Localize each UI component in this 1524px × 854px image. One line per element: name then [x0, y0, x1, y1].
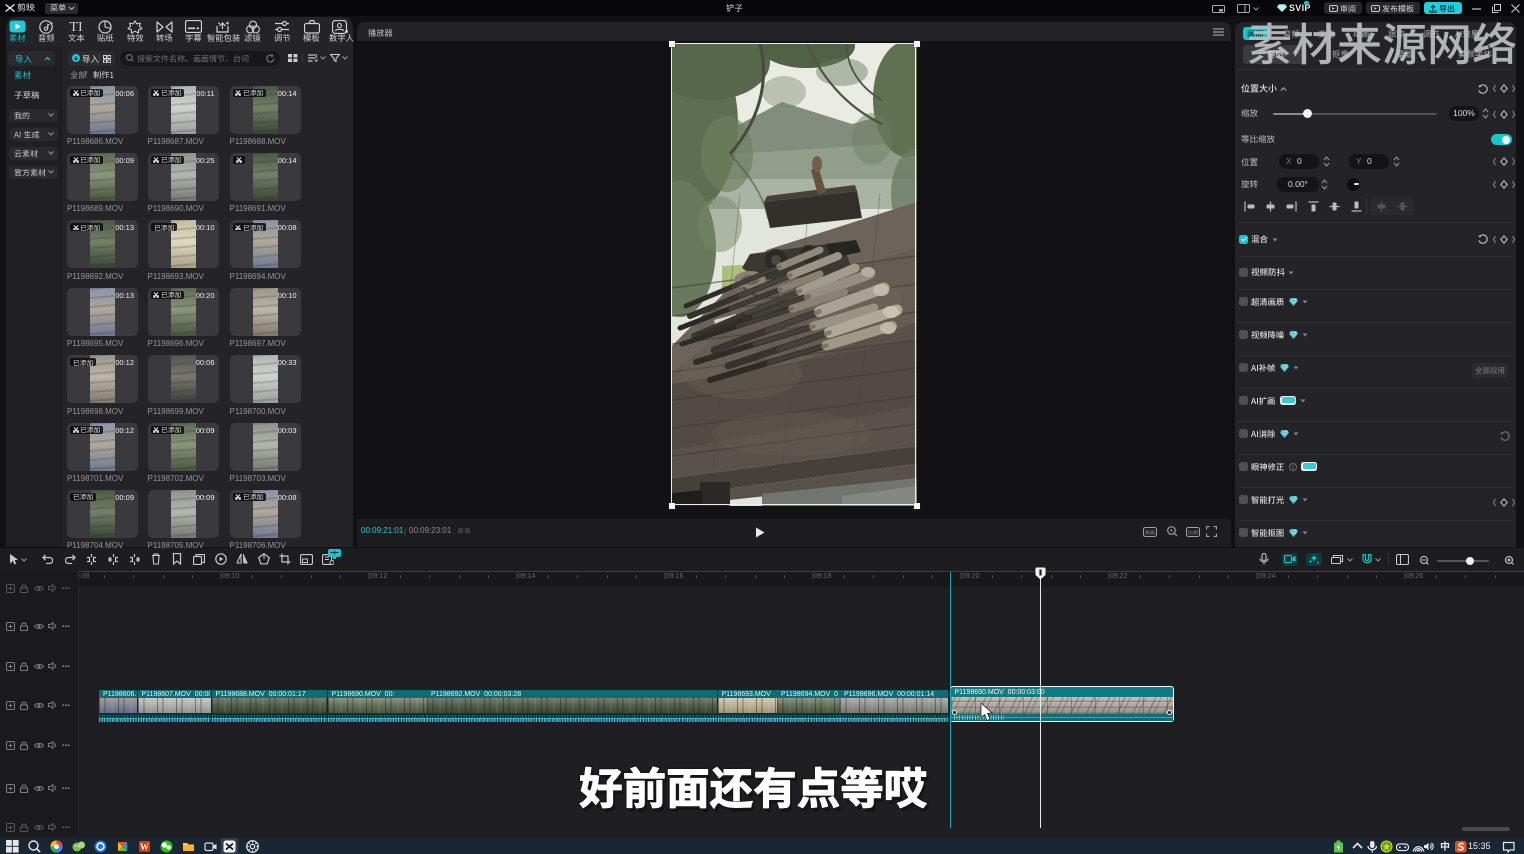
- svg-text:W: W: [140, 842, 149, 852]
- svg-text:TI: TI: [69, 20, 83, 33]
